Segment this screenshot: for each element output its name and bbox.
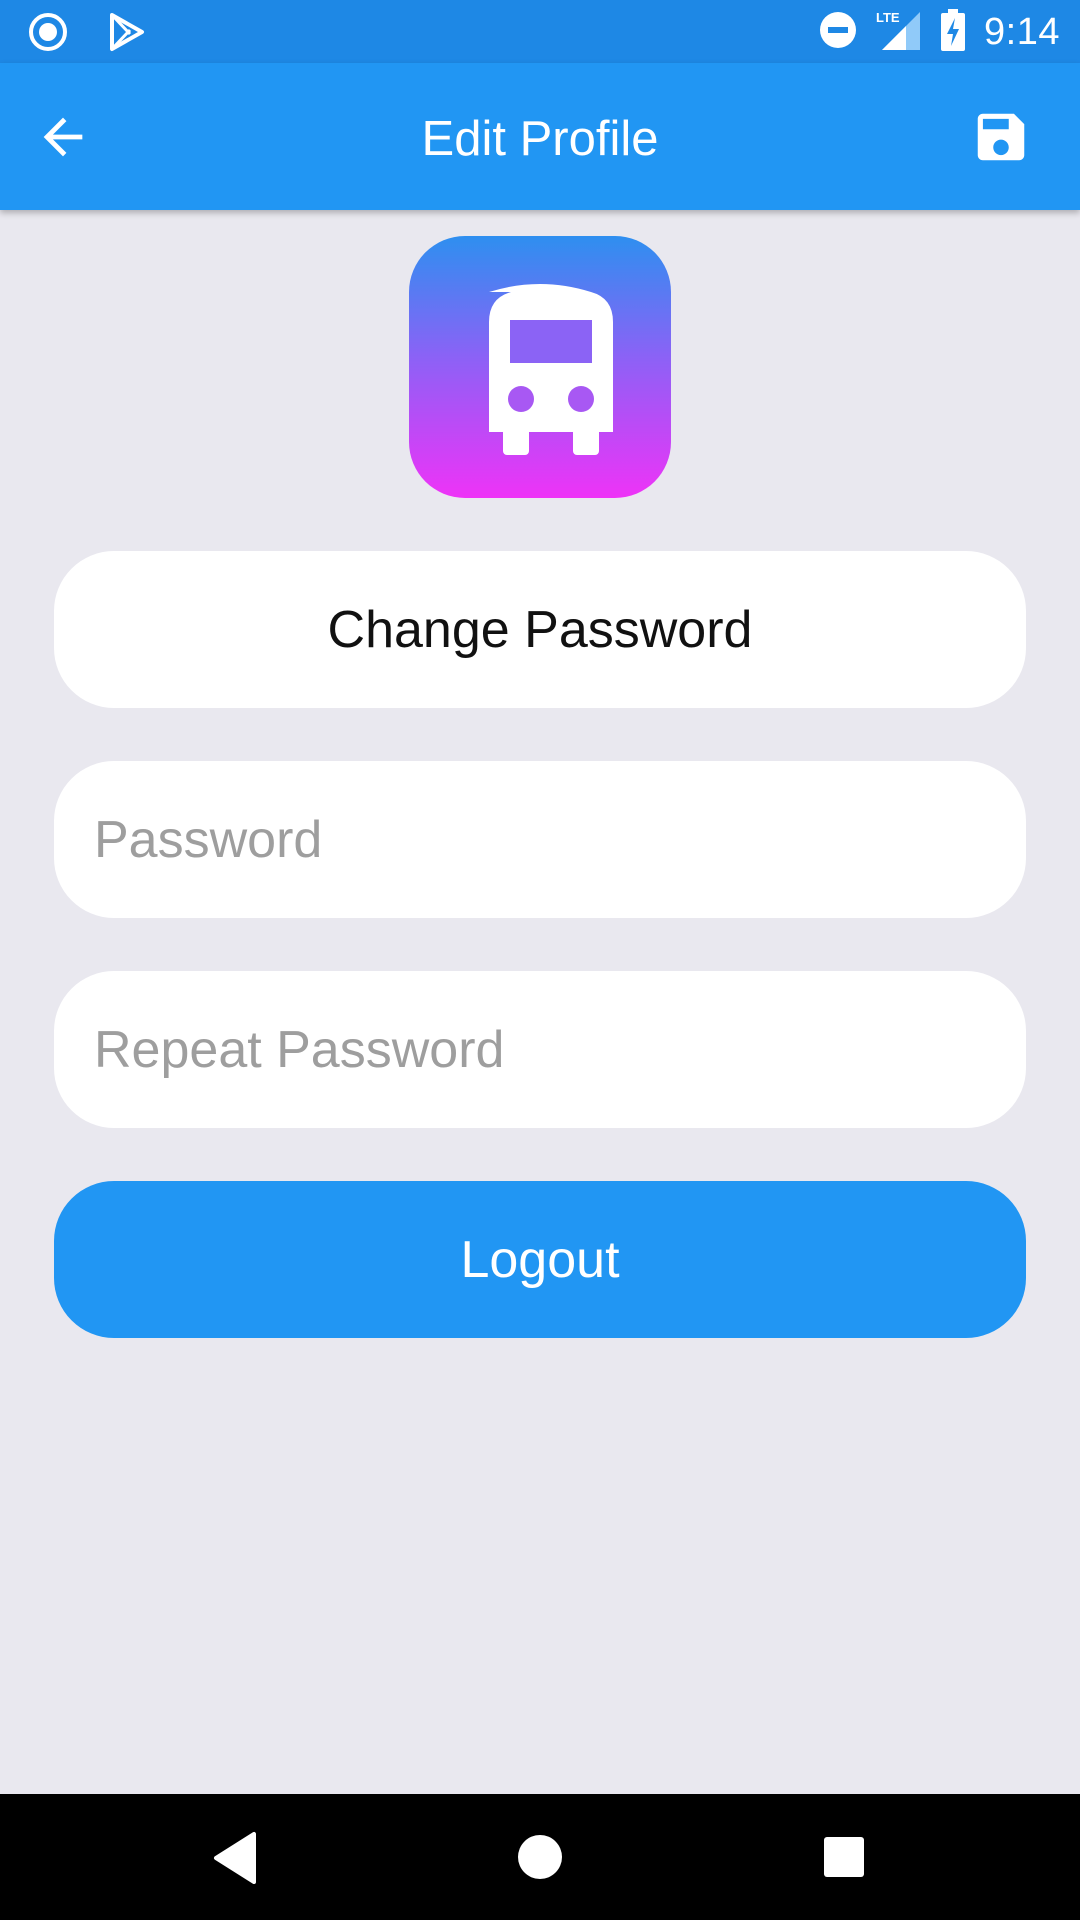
logout-button[interactable]: Logout — [54, 1181, 1026, 1338]
app-bar: Edit Profile — [0, 63, 1080, 210]
nav-recents-button[interactable] — [781, 1794, 907, 1920]
nav-home-button[interactable] — [477, 1794, 603, 1920]
app-logo — [409, 236, 671, 498]
play-store-icon — [108, 12, 146, 57]
edit-profile-screen: LTE 9:14 Edit Profile Change Password Lo… — [0, 0, 1080, 1920]
password-input[interactable] — [94, 809, 986, 870]
repeat-password-input[interactable] — [94, 1019, 986, 1080]
lte-signal-icon: LTE — [876, 8, 922, 57]
nav-home-icon — [518, 1835, 562, 1879]
status-bar: LTE 9:14 — [0, 0, 1080, 63]
password-field-container — [54, 761, 1026, 918]
nav-back-button[interactable] — [172, 1794, 298, 1920]
save-button[interactable] — [970, 106, 1032, 168]
repeat-password-field-container — [54, 971, 1026, 1128]
nav-back-icon — [214, 1832, 256, 1884]
nav-recents-icon — [824, 1837, 864, 1877]
record-icon — [28, 12, 68, 57]
save-icon — [977, 113, 1025, 161]
do-not-disturb-icon — [818, 10, 858, 55]
network-label: LTE — [876, 10, 900, 25]
page-title: Edit Profile — [421, 112, 659, 166]
battery-charging-icon — [940, 8, 966, 57]
bus-icon — [489, 284, 613, 455]
navigation-bar — [0, 1794, 1080, 1920]
status-time: 9:14 — [984, 11, 1060, 53]
change-password-heading: Change Password — [54, 551, 1026, 708]
